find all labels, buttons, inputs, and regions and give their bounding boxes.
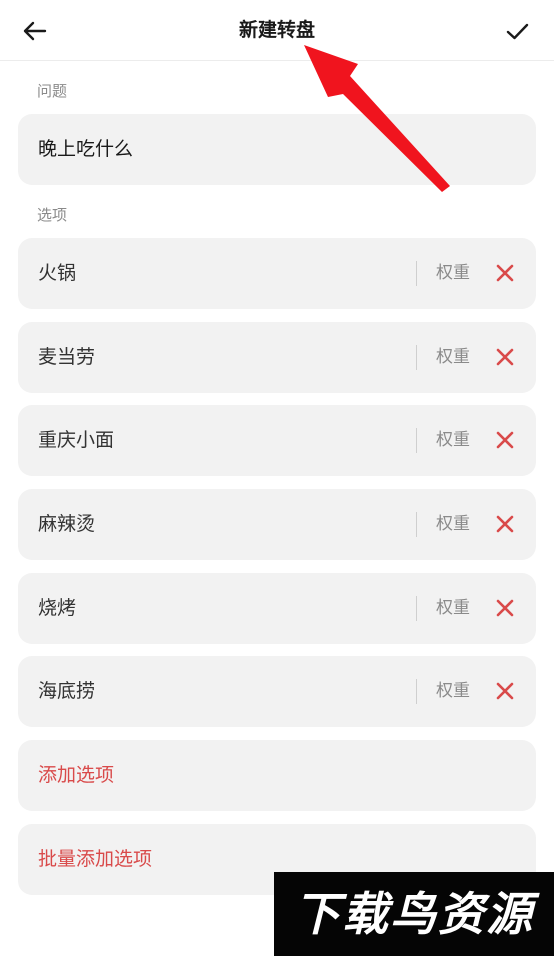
option-label: 重庆小面: [38, 429, 115, 451]
option-row[interactable]: 烧烤 权重: [18, 573, 536, 644]
question-value: 晚上吃什么: [38, 138, 134, 160]
divider: [416, 596, 417, 621]
close-icon[interactable]: [496, 599, 514, 617]
divider: [416, 512, 417, 537]
option-row[interactable]: 海底捞 权重: [18, 656, 536, 727]
add-option-button[interactable]: 添加选项: [18, 740, 536, 811]
check-icon: [506, 23, 529, 40]
close-icon[interactable]: [496, 348, 514, 366]
option-label: 麦当劳: [38, 346, 96, 368]
close-icon[interactable]: [496, 264, 514, 282]
add-option-label: 添加选项: [38, 764, 115, 786]
divider: [416, 428, 417, 453]
top-bar: 新建转盘: [0, 0, 554, 61]
weight-button[interactable]: 权重: [436, 656, 470, 727]
option-label: 烧烤: [38, 597, 77, 619]
watermark-logo: 下载鸟资源: [274, 872, 554, 956]
arrow-left-icon: [23, 21, 47, 41]
close-icon[interactable]: [496, 682, 514, 700]
close-icon[interactable]: [496, 515, 514, 533]
question-section-label: 问题: [37, 82, 68, 100]
new-wheel-screen: 新建转盘 问题 晚上吃什么 选项 火锅 权重 麦当劳 权重 重庆小面 权重 麻辣…: [0, 0, 554, 956]
page-title: 新建转盘: [238, 19, 315, 41]
divider: [416, 261, 417, 286]
weight-button[interactable]: 权重: [436, 238, 470, 309]
divider: [416, 679, 417, 704]
option-label: 海底捞: [38, 680, 96, 702]
options-section-label: 选项: [37, 206, 68, 224]
close-icon[interactable]: [496, 431, 514, 449]
option-label: 麻辣烫: [38, 513, 96, 535]
divider: [416, 345, 417, 370]
weight-button[interactable]: 权重: [436, 573, 470, 644]
weight-button[interactable]: 权重: [436, 322, 470, 393]
batch-add-options-label: 批量添加选项: [38, 848, 153, 870]
option-label: 火锅: [38, 262, 77, 284]
weight-button[interactable]: 权重: [436, 489, 470, 560]
back-button[interactable]: [18, 14, 52, 48]
option-row[interactable]: 重庆小面 权重: [18, 405, 536, 476]
watermark-text: 下载鸟资源: [294, 887, 534, 941]
confirm-button[interactable]: [500, 14, 534, 48]
option-row[interactable]: 麻辣烫 权重: [18, 489, 536, 560]
option-row[interactable]: 火锅 权重: [18, 238, 536, 309]
option-row[interactable]: 麦当劳 权重: [18, 322, 536, 393]
question-input[interactable]: 晚上吃什么: [18, 114, 536, 185]
weight-button[interactable]: 权重: [436, 405, 470, 476]
